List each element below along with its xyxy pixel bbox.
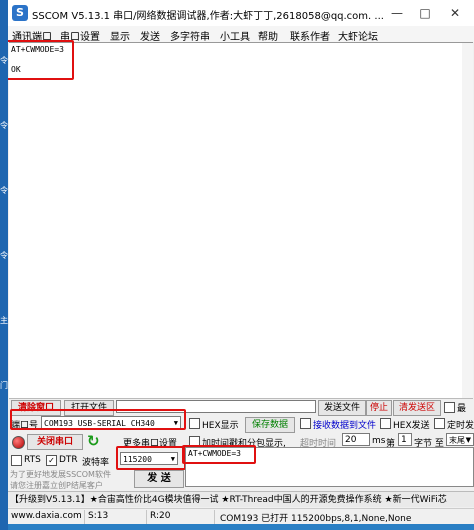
send-button[interactable]: 发 送	[134, 470, 184, 488]
status-divider	[214, 510, 215, 524]
stop-button[interactable]: 停止	[366, 400, 392, 416]
desktop-label: 令	[0, 186, 8, 195]
promo-line-2: 请您注册嘉立创P结尾客户	[10, 481, 103, 490]
menu-item[interactable]: 帮助	[258, 28, 278, 43]
close-port-button[interactable]: 关闭串口	[27, 434, 83, 450]
app-logo-icon: S	[12, 5, 28, 21]
menu-item[interactable]: 显示	[110, 28, 130, 43]
hex-display-label: HEX显示	[202, 421, 239, 431]
save-data-button[interactable]: 保存数据	[245, 417, 295, 433]
title-bar[interactable]: S SSCOM V5.13.1 串口/网络数据调试器,作者:大虾丁丁,26180…	[8, 0, 474, 26]
maximize-icon[interactable]: □	[414, 3, 436, 23]
menu-item[interactable]: 大虾论坛	[338, 28, 378, 43]
dtr-checkbox[interactable]: ✓	[46, 455, 57, 466]
desktop-label: 令	[0, 251, 8, 260]
status-light-icon	[12, 436, 25, 449]
hex-display-checkbox[interactable]	[189, 418, 200, 429]
end-select[interactable]: 末尾 ▼	[446, 433, 474, 446]
clear-send-button[interactable]: 清发送区	[393, 400, 441, 416]
desktop-label: 令	[0, 121, 8, 130]
highlight-box-port	[10, 409, 186, 430]
menu-item[interactable]: 小工具	[220, 28, 250, 43]
highlight-box-send	[182, 445, 256, 464]
sscom-window: S SSCOM V5.13.1 串口/网络数据调试器,作者:大虾丁丁,26180…	[8, 0, 474, 524]
desktop-label: 主	[0, 316, 8, 325]
receive-to-file-checkbox[interactable]	[300, 418, 311, 429]
ms-label: ms	[372, 436, 386, 446]
timeout-field[interactable]: 20	[342, 433, 370, 446]
minimize-icon[interactable]: —	[386, 3, 408, 23]
menu-item[interactable]: 联系作者	[290, 28, 330, 43]
timed-send-label: 定时发	[447, 421, 474, 431]
ad-bar[interactable]: 【升级到V5.13.1】★合宙高性价比4G模块值得一试 ★RT-Thread中国…	[8, 491, 474, 507]
hex-send-checkbox[interactable]	[380, 418, 391, 429]
status-divider	[84, 510, 85, 524]
highlight-box-receive	[8, 40, 74, 80]
menu-item[interactable]: 多字符串	[170, 28, 210, 43]
timed-send-checkbox[interactable]	[434, 418, 445, 429]
desktop-label: 门	[0, 381, 8, 390]
window-title: SSCOM V5.13.1 串口/网络数据调试器,作者:大虾丁丁,2618058…	[32, 11, 384, 22]
status-sent-count: S:13	[88, 511, 109, 521]
desktop-edge: 令 令 令 令 主 门	[0, 0, 8, 530]
baud-label: 波特率	[82, 458, 110, 468]
receive-area[interactable]: AT+CWMODE=3 OK	[8, 40, 473, 399]
nth-byte-field[interactable]: 1	[398, 433, 412, 446]
send-file-button[interactable]: 发送文件	[318, 400, 366, 416]
highlight-box-baud	[116, 446, 186, 470]
rts-checkbox[interactable]	[11, 455, 22, 466]
promo-line-1: 为了更好地发展SSCOM软件	[10, 470, 111, 479]
hex-send-label: HEX发送	[393, 421, 430, 431]
close-window-icon[interactable]: ✕	[444, 3, 466, 23]
dtr-label: DTR	[59, 455, 78, 465]
refresh-icon[interactable]: ↻	[87, 432, 100, 450]
last-label: 最	[457, 404, 467, 414]
chevron-down-icon: ▼	[465, 436, 471, 444]
rts-label: RTS	[24, 455, 41, 465]
menu-item[interactable]: 发送	[140, 28, 160, 43]
end-select-value: 末尾	[449, 436, 465, 445]
last-checkbox[interactable]	[444, 402, 455, 413]
desktop-label: 令	[0, 56, 8, 65]
status-received-count: R:20	[150, 511, 171, 521]
receive-scrollbar[interactable]	[462, 43, 473, 398]
status-divider	[146, 510, 147, 524]
status-port-state: COM193 已打开 115200bps,8,1,None,None	[220, 514, 412, 524]
receive-to-file-link[interactable]: 接收数据到文件	[313, 418, 376, 431]
status-website[interactable]: www.daxia.com	[11, 511, 82, 521]
menu-bar: 通讯端口 串口设置 显示 发送 多字符串 小工具 帮助 联系作者 大虾论坛	[8, 26, 474, 43]
status-bar: www.daxia.com S:13 R:20 COM193 已打开 11520…	[8, 508, 474, 524]
